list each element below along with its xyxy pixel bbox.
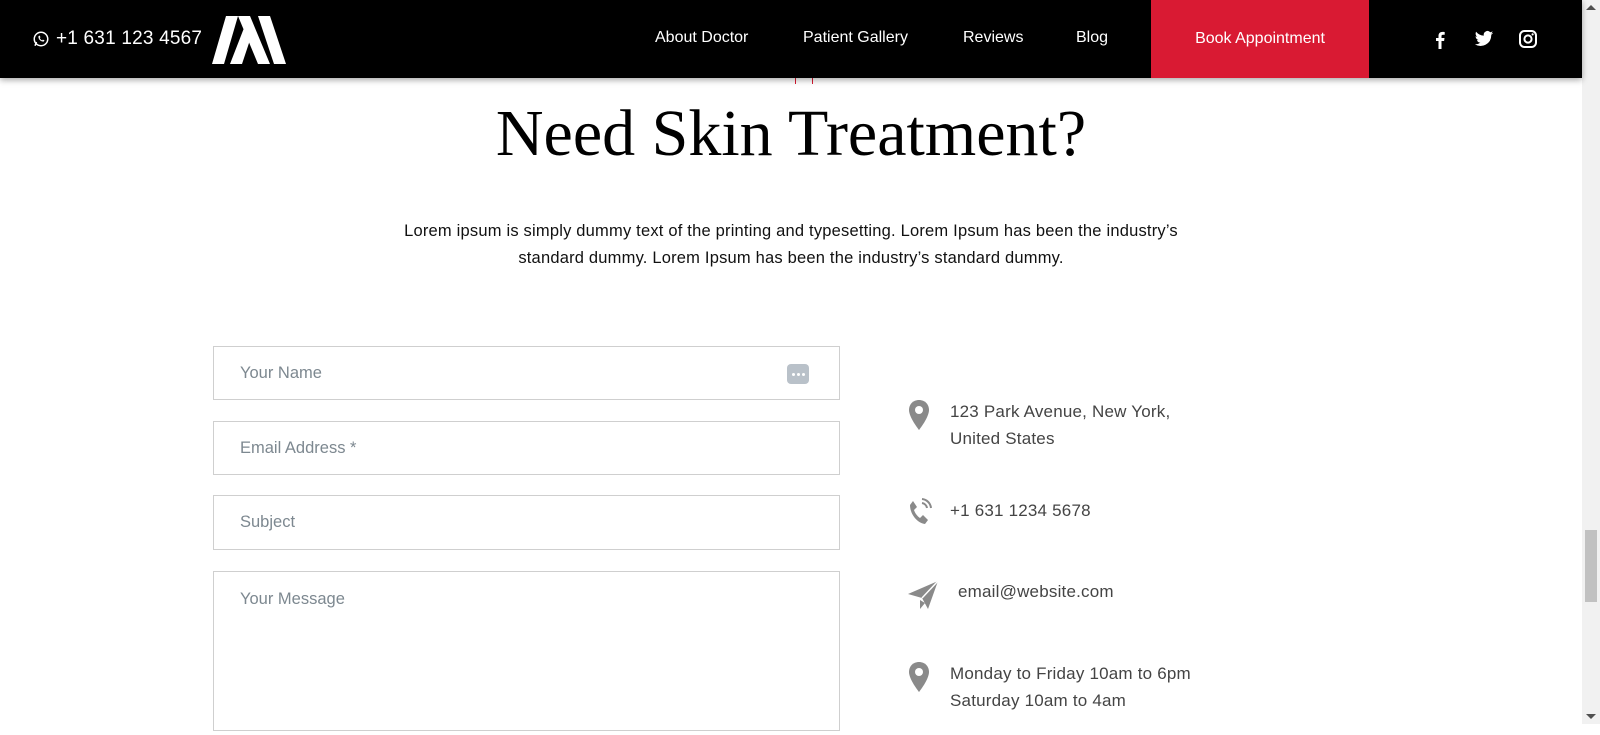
scroll-up-arrow-icon[interactable] (1586, 5, 1596, 10)
intro-line-2: standard dummy. Lorem Ipsum has been the… (518, 249, 1064, 267)
header-phone-text: +1 631 123 4567 (56, 28, 203, 49)
email-field-wrapper (213, 421, 840, 475)
scroll-down-arrow-icon[interactable] (1586, 714, 1596, 719)
book-appointment-button[interactable]: Book Appointment (1151, 0, 1369, 78)
logo[interactable] (212, 16, 286, 64)
nav-blog[interactable]: Blog (1076, 29, 1108, 47)
nav-reviews[interactable]: Reviews (963, 29, 1023, 47)
address-line-2: United States (950, 429, 1055, 448)
twitter-icon (1474, 31, 1494, 46)
contact-email-text[interactable]: email@website.com (958, 578, 1114, 605)
name-input[interactable] (214, 347, 839, 399)
facebook-link[interactable] (1430, 29, 1450, 49)
subject-field-wrapper (213, 495, 840, 550)
nav-patient-gallery[interactable]: Patient Gallery (803, 29, 908, 47)
intro-text: Lorem ipsum is simply dummy text of the … (370, 218, 1212, 272)
page-title: Need Skin Treatment? (495, 97, 1087, 170)
contact-address: 123 Park Avenue, New York, United States (904, 398, 1170, 452)
header-phone[interactable]: +1 631 123 4567 (32, 27, 202, 51)
message-field-wrapper (213, 571, 840, 731)
scrollbar-thumb[interactable] (1585, 530, 1597, 602)
location-pin-icon (909, 400, 929, 430)
contact-hours: Monday to Friday 10am to 6pm Saturday 10… (904, 660, 1191, 714)
vertical-scrollbar[interactable] (1582, 0, 1600, 724)
instagram-link[interactable] (1518, 29, 1538, 49)
message-textarea[interactable] (214, 572, 839, 730)
paper-plane-icon (908, 580, 939, 609)
name-field-wrapper (213, 346, 840, 400)
contact-phone: +1 631 1234 5678 (904, 497, 1091, 531)
contact-phone-text[interactable]: +1 631 1234 5678 (950, 497, 1091, 524)
password-manager-icon[interactable] (787, 364, 809, 384)
contact-email: email@website.com (904, 578, 1114, 612)
twitter-link[interactable] (1474, 29, 1494, 49)
hours-line-1: Monday to Friday 10am to 6pm (950, 664, 1191, 683)
site-header: +1 631 123 4567 About Doctor Patient Gal… (0, 0, 1582, 78)
intro-line-1: Lorem ipsum is simply dummy text of the … (404, 222, 1178, 240)
email-input[interactable] (214, 422, 839, 474)
whatsapp-icon (33, 31, 49, 47)
facebook-icon (1436, 31, 1445, 49)
phone-ringing-icon (910, 498, 932, 524)
address-line-1: 123 Park Avenue, New York, (950, 402, 1171, 421)
subject-input[interactable] (214, 496, 839, 549)
nav-about-doctor[interactable]: About Doctor (655, 29, 748, 47)
hours-line-2: Saturday 10am to 4am (950, 691, 1126, 710)
location-pin-icon (909, 662, 929, 692)
instagram-icon (1519, 30, 1537, 48)
